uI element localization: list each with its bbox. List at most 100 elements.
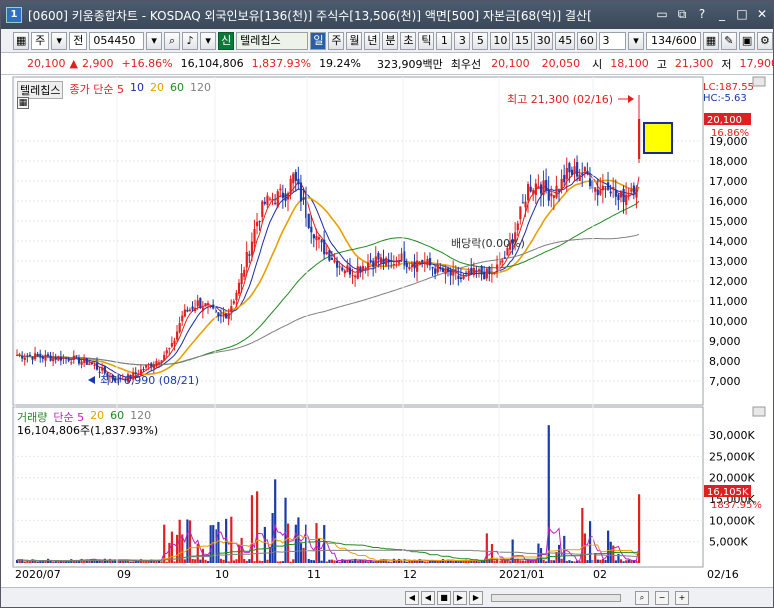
candle-body [477, 269, 481, 272]
panel-scroll-up[interactable] [752, 76, 766, 87]
calendar-icon[interactable]: ▦ [17, 97, 29, 109]
candle-body [622, 188, 625, 203]
settings-icon[interactable]: ⚙ [756, 31, 773, 50]
search-chart-icon[interactable]: ⌕ [635, 590, 649, 605]
stock-name: 텔레칩스 [236, 31, 309, 50]
minimize-icon[interactable]: ▭ [655, 7, 669, 21]
chart-canvas[interactable]: 19,00018,00017,00016,00015,00014,00013,0… [1, 75, 773, 587]
speaker-icon[interactable]: ♪ [182, 31, 199, 50]
zoom-out-icon[interactable]: − [655, 590, 669, 605]
candle-body [103, 365, 106, 374]
scroll-next-icon[interactable]: ▶ [453, 590, 467, 605]
date-axis-label: 10 [215, 568, 229, 581]
stop-icon[interactable]: ■ [437, 590, 451, 605]
interval-10[interactable]: 10 [490, 31, 510, 50]
tab-week[interactable]: 주 [328, 31, 345, 50]
stock-code-input[interactable]: 054450 [89, 31, 145, 50]
legend-ma120[interactable]: 120 [190, 81, 211, 99]
volume-bar [532, 560, 535, 563]
volume-bar [28, 561, 32, 563]
volume-bar [485, 533, 488, 563]
current-marker-box [643, 122, 673, 154]
candle-body [539, 184, 543, 194]
scroll-slider[interactable] [491, 593, 621, 602]
candle-body [250, 241, 254, 256]
candle-body [400, 253, 403, 261]
speaker-dropdown-icon[interactable]: ▾ [200, 31, 217, 50]
candle-body [594, 187, 597, 192]
zoom-in-icon[interactable]: + [675, 590, 689, 605]
legend-ma10[interactable]: 10 [130, 81, 144, 99]
interval-30[interactable]: 30 [533, 31, 554, 50]
interval-select[interactable]: 3 [598, 31, 626, 50]
candle-body [599, 190, 602, 195]
interval-15[interactable]: 15 [512, 31, 532, 50]
options-icon[interactable]: ? [695, 7, 709, 21]
volume-bar [302, 547, 305, 563]
layout-icon[interactable]: ▦ [702, 31, 719, 50]
minimize-button-icon[interactable]: _ [715, 7, 729, 21]
volume-bar [77, 561, 81, 563]
save-icon[interactable]: ▣ [738, 31, 755, 50]
code-dropdown-icon[interactable]: ▾ [146, 31, 163, 50]
tab-second[interactable]: 초 [400, 31, 417, 50]
tab-year[interactable]: 년 [364, 31, 381, 50]
legend-ma20[interactable]: 20 [150, 81, 164, 99]
volume-bar [222, 559, 225, 563]
open-label: 시 [592, 57, 603, 71]
interval-1[interactable]: 1 [436, 31, 453, 50]
grid-icon[interactable]: ▦ [13, 31, 30, 50]
tab-month[interactable]: 월 [346, 31, 363, 50]
interval-45[interactable]: 45 [555, 31, 575, 50]
period-dropdown-icon[interactable]: ▾ [51, 31, 68, 50]
interval-5[interactable]: 5 [472, 31, 489, 50]
candle-body [576, 162, 579, 177]
candle-body [638, 119, 641, 159]
candle-body [364, 268, 367, 270]
legend-ma5[interactable]: 종가 단순 5 [69, 81, 123, 99]
candle-body [98, 371, 101, 373]
volume-scroll-up[interactable] [752, 406, 766, 417]
candle-body [222, 314, 225, 317]
candle-body [434, 268, 437, 274]
draw-icon[interactable]: ✎ [720, 31, 737, 50]
candle-body [542, 180, 545, 195]
scroll-last-icon[interactable]: ▶ [469, 590, 483, 605]
volume-bar [573, 561, 576, 563]
search-icon[interactable]: ⌕ [164, 31, 181, 50]
candle-body [279, 188, 282, 191]
interval-3[interactable]: 3 [454, 31, 471, 50]
volume-axis-label: 25,000K [709, 450, 755, 463]
restore-icon[interactable]: ⧉ [675, 7, 689, 21]
candle-body [537, 186, 540, 189]
candle-body [70, 362, 73, 364]
volume-bar [315, 523, 318, 563]
volume-bar [565, 560, 568, 563]
period-select[interactable]: 주 [31, 31, 50, 50]
candle-body [578, 174, 581, 181]
interval-60[interactable]: 60 [576, 31, 597, 50]
volume-bar [276, 561, 279, 563]
tab-day[interactable]: 일 [310, 31, 327, 50]
close-icon[interactable]: ✕ [755, 7, 769, 21]
tab-tick[interactable]: 틱 [418, 31, 435, 50]
volume-bar [330, 559, 334, 563]
data-count[interactable]: 134/600 [645, 31, 701, 50]
high-price: 21,300 [674, 57, 714, 70]
legend-ma60[interactable]: 60 [170, 81, 184, 99]
candle-body [447, 268, 450, 272]
price-axis-label: 11,000 [709, 295, 748, 308]
interval-dropdown-icon[interactable]: ▾ [627, 31, 644, 50]
volume-bar [256, 491, 259, 563]
candle-body [555, 185, 558, 198]
tab-minute[interactable]: 분 [382, 31, 399, 50]
volume-bar [583, 533, 587, 563]
candle-body [395, 260, 398, 262]
volume-bar [547, 425, 550, 563]
volume-bar [599, 559, 602, 563]
maximize-icon[interactable]: □ [735, 7, 749, 21]
scroll-prev-icon[interactable]: ◀ [421, 590, 435, 605]
scroll-first-icon[interactable]: ◀ [405, 590, 419, 605]
chart-area[interactable]: 19,000 18,000 17,000 16,000 15,000 14,000 13,0… [1, 75, 773, 587]
prev-select[interactable]: 전 [69, 31, 88, 50]
